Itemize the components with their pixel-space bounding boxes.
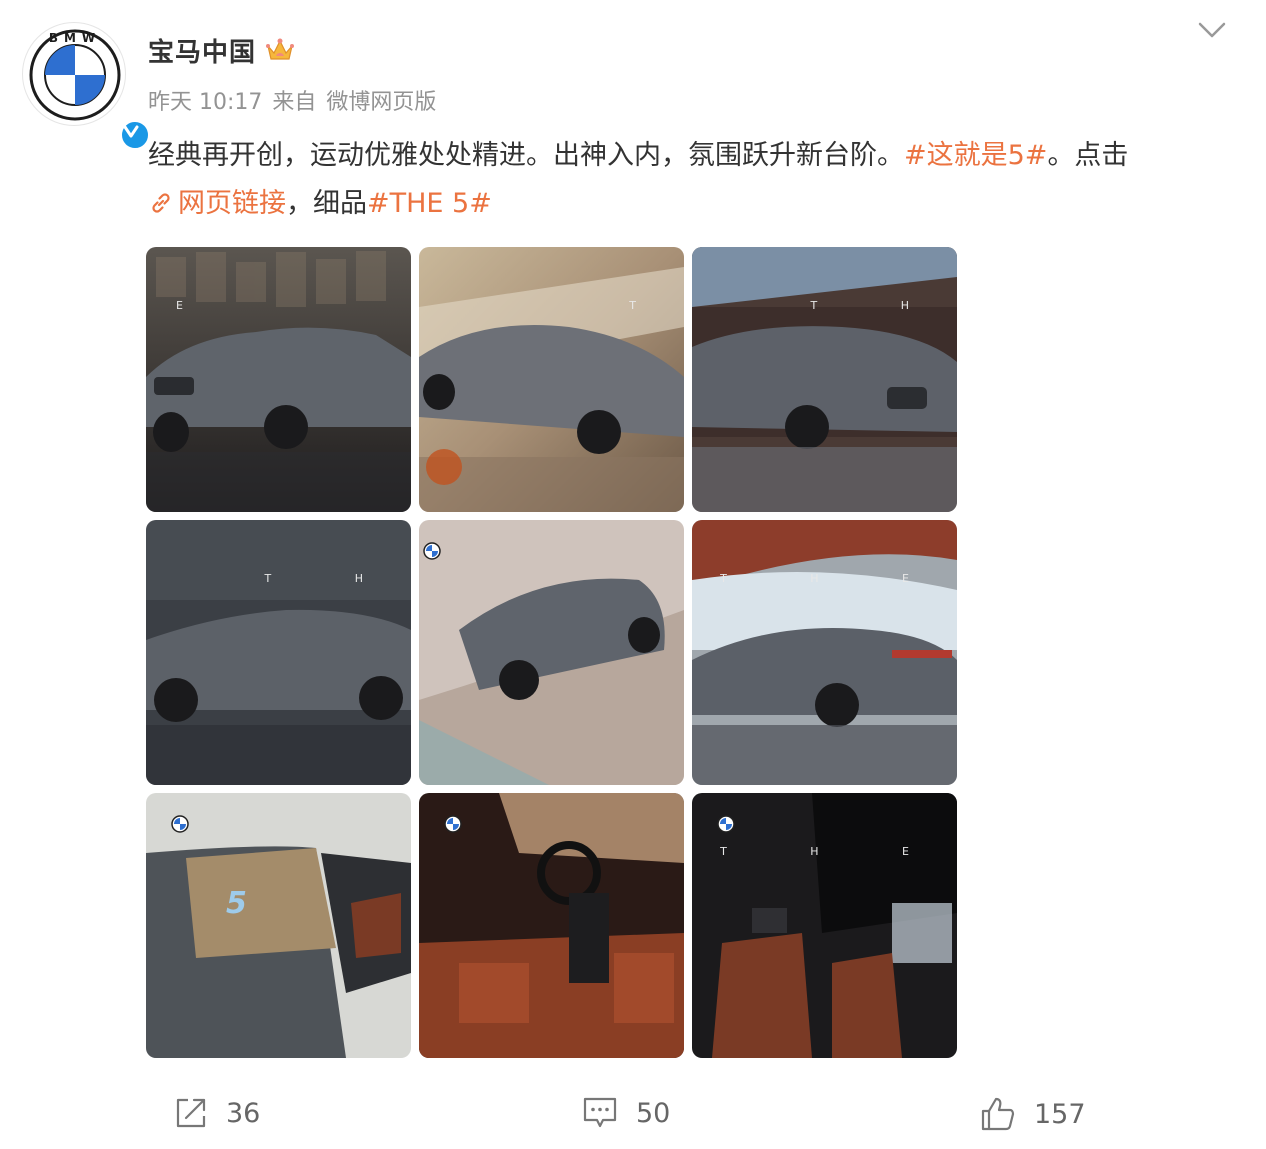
model-badge: 5	[226, 886, 247, 921]
avatar[interactable]: BMW	[22, 22, 151, 151]
post-image-7[interactable]: 5	[146, 793, 411, 1058]
post-image-1[interactable]: E	[146, 247, 411, 512]
post-source: 微博网页版	[326, 90, 437, 115]
image-letters-6: T H E	[720, 572, 949, 585]
hashtag-this-is-5[interactable]: #这就是5#	[904, 140, 1047, 171]
post-image-8[interactable]	[419, 793, 684, 1058]
author-row: 宝马中国	[148, 30, 296, 70]
bmw-mark-icon	[444, 815, 462, 833]
crown-icon[interactable]	[264, 34, 296, 66]
post-text-part2: 。点击	[1047, 140, 1129, 171]
author-name[interactable]: 宝马中国	[148, 32, 256, 69]
post-image-4[interactable]: T H	[146, 520, 411, 785]
image-letters-4: T H	[264, 572, 403, 585]
source-prefix: 来自	[272, 90, 317, 115]
post-text-part3: ，细品	[286, 188, 367, 219]
comment-icon	[583, 1097, 617, 1128]
image-grid: E T T H T H T H E 5 T H E	[146, 247, 958, 1058]
comment-count: 50	[636, 1097, 671, 1129]
comment-button[interactable]: 50	[582, 1096, 670, 1130]
link-icon	[152, 193, 170, 213]
bmw-logo-lettering: BMW	[49, 31, 101, 45]
thumbs-up-icon	[981, 1097, 1015, 1131]
repost-icon	[176, 1098, 206, 1128]
post-image-2[interactable]: T	[419, 247, 684, 512]
post-time[interactable]: 昨天 10:17	[148, 84, 262, 116]
image-letters-9: T H E	[720, 845, 949, 858]
bmw-logo-icon: BMW	[29, 29, 121, 121]
bmw-mark-icon	[717, 815, 735, 833]
chevron-down-icon[interactable]	[1196, 16, 1228, 42]
post-meta: 昨天 10:17 来自 微博网页版	[148, 84, 436, 116]
like-count: 157	[1034, 1098, 1086, 1130]
web-link-label: 网页链接	[178, 188, 286, 219]
post-image-3[interactable]: T H	[692, 247, 957, 512]
post-image-5[interactable]	[419, 520, 684, 785]
web-link[interactable]: 网页链接	[148, 188, 286, 219]
post-image-6[interactable]: T H E	[692, 520, 957, 785]
repost-button[interactable]: 36	[174, 1096, 260, 1130]
image-letters-1: E	[176, 299, 223, 312]
image-letters-3: T H	[810, 299, 949, 312]
post-text-part1: 经典再开创，运动优雅处处精进。出神入内，氛围跃升新台阶。	[148, 140, 904, 171]
post-text: 经典再开创，运动优雅处处精进。出神入内，氛围跃升新台阶。#这就是5#。点击 网页…	[148, 132, 1233, 228]
bmw-mark-icon	[171, 815, 189, 833]
verified-badge-icon	[119, 119, 151, 151]
bmw-mark-icon	[423, 542, 441, 560]
action-bar: 36 50 157	[0, 1094, 1266, 1138]
like-button[interactable]: 157	[980, 1096, 1086, 1132]
image-letters-2: T	[629, 299, 676, 312]
post-image-9[interactable]: T H E	[692, 793, 957, 1058]
repost-count: 36	[226, 1097, 261, 1129]
hashtag-the-5[interactable]: #THE 5#	[367, 188, 492, 219]
